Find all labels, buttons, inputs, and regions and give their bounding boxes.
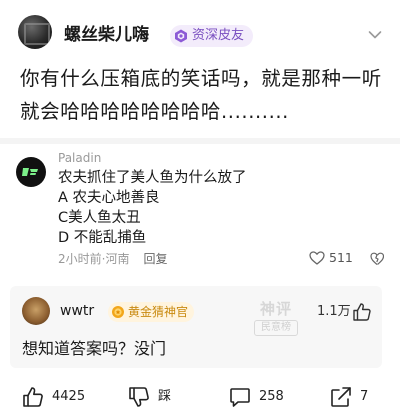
comment-count: 258 — [259, 389, 284, 404]
comment-line: D 不能乱捕鱼 — [58, 230, 147, 246]
hot-comment-author[interactable]: wwtr — [60, 302, 94, 320]
dislike-label: 踩 — [158, 389, 172, 404]
rank-badge[interactable]: 资深皮友 — [170, 25, 254, 47]
share-button[interactable]: 7 — [330, 384, 368, 410]
post-body-text: 你有什么压箱底的笑话吗，就是那种一听就会哈哈哈哈哈哈哈哈.......... — [20, 67, 382, 123]
comment-line: A 农夫心地善良 — [58, 190, 160, 206]
hot-comment-like-count: 1.1万 — [317, 304, 351, 319]
dislike-button[interactable]: 踩 — [128, 384, 171, 410]
comment-line: 农夫抓住了美人鱼为什么放了 — [58, 170, 247, 186]
comment-meta: 2小时前 · 河南 回复 — [58, 251, 168, 267]
hot-comment-stamp-title: 神评 — [259, 300, 292, 318]
comment-text: 农夫抓住了美人鱼为什么放了 A 农夫心地善良 C美人鱼太丑 D 不能乱捕鱼 — [58, 168, 247, 248]
rank-badge-icon — [175, 29, 187, 43]
share-count: 7 — [360, 389, 369, 404]
comment-bubble-icon — [230, 388, 250, 407]
rank-badge-label: 资深皮友 — [192, 28, 245, 43]
author-name[interactable]: 螺丝柴儿嗨 — [64, 24, 149, 46]
thumbs-up-icon — [23, 387, 43, 407]
like-count: 4425 — [52, 389, 86, 404]
comment-avatar-logo-icon — [22, 168, 38, 176]
hot-comment-stamp: 神评 民意榜 — [248, 296, 304, 340]
hot-comment-badge: 黄金猜神官 — [108, 302, 195, 322]
comment-line: C美人鱼太丑 — [58, 210, 141, 226]
post-action-bar: 4425 踩 258 7 — [0, 378, 400, 417]
heart-icon — [309, 251, 325, 265]
share-icon — [331, 387, 351, 407]
author-avatar[interactable] — [18, 15, 52, 49]
thumbs-up-icon[interactable] — [352, 302, 372, 322]
post-header: 螺丝柴儿嗨 资深皮友 — [0, 0, 400, 62]
comment-reply-button[interactable]: 回复 — [143, 251, 167, 267]
heart-broken-icon[interactable] — [370, 252, 384, 266]
comment-location: 河南 — [105, 252, 130, 266]
comment-time: 2小时前 — [58, 252, 102, 266]
comment-author-name[interactable]: Paladin — [58, 150, 101, 166]
comment-like-count: 511 — [329, 250, 353, 265]
comment-item: Paladin 农夫抓住了美人鱼为什么放了 A 农夫心地善良 C美人鱼太丑 D … — [0, 144, 400, 279]
hot-comment-stamp-subtitle: 民意榜 — [254, 320, 298, 336]
chevron-down-icon[interactable] — [368, 30, 382, 40]
hot-comment-badge-label: 黄金猜神官 — [128, 305, 189, 319]
comment-author-avatar[interactable] — [16, 157, 46, 187]
hot-comment-box[interactable]: wwtr 黄金猜神官 神评 民意榜 1.1万 想知道答案吗？没门 — [10, 286, 382, 368]
comment-like-button[interactable]: 511 — [309, 250, 353, 266]
medal-icon — [112, 306, 124, 318]
like-button[interactable]: 4425 — [22, 384, 85, 410]
thumbs-down-icon — [129, 387, 149, 407]
comment-button[interactable]: 258 — [229, 384, 284, 410]
hot-comment-avatar[interactable] — [22, 297, 50, 325]
hot-comment-text: 想知道答案吗？没门 — [22, 339, 167, 358]
